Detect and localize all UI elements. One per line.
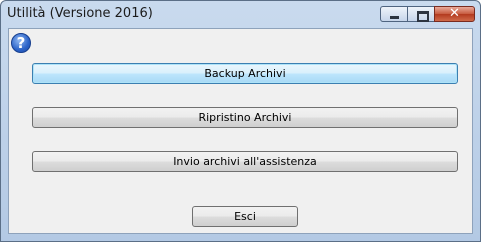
title-bar[interactable]: Utilità (Versione 2016) ✕ (1, 1, 480, 26)
maximize-icon (417, 11, 429, 22)
close-button[interactable]: ✕ (434, 6, 475, 22)
app-window: Utilità (Versione 2016) ✕ ? Backup Archi… (0, 0, 481, 242)
close-icon: ✕ (449, 6, 460, 21)
client-area: ? Backup Archivi Ripristino Archivi Invi… (8, 28, 473, 234)
restore-archives-button[interactable]: Ripristino Archivi (32, 107, 458, 128)
maximize-button[interactable] (407, 6, 435, 22)
help-icon[interactable]: ? (11, 33, 31, 53)
window-title: Utilità (Versione 2016) (7, 6, 153, 21)
send-archives-button[interactable]: Invio archivi all'assistenza (32, 151, 458, 172)
minimize-icon (390, 16, 399, 19)
backup-archives-button[interactable]: Backup Archivi (32, 63, 458, 84)
minimize-button[interactable] (380, 6, 408, 22)
exit-button[interactable]: Esci (192, 206, 298, 227)
